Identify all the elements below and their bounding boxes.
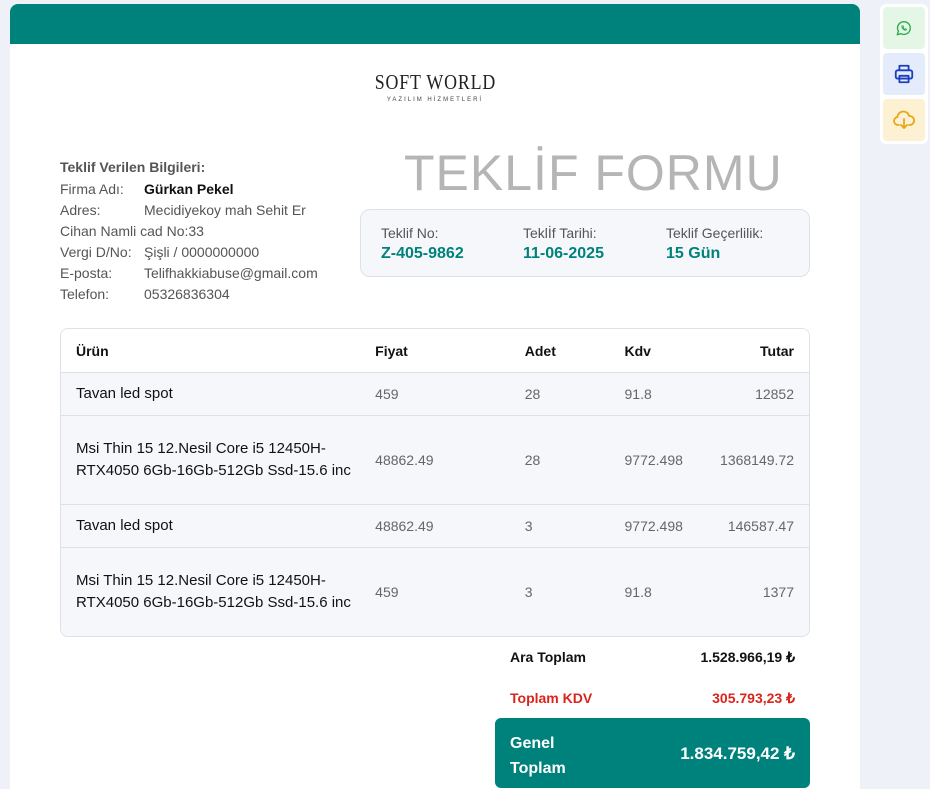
quote-meta-box: Teklif No: Z-405-9862 Teklİf Tarihi: 11-…: [360, 209, 810, 277]
adres-value-line2: Cihan Namli cad No:33: [60, 223, 204, 239]
printer-icon: [894, 64, 914, 84]
document-header-bar: [10, 4, 860, 44]
customer-info-title: Teklif Verilen Bilgileri:: [60, 159, 206, 175]
customer-info: Teklif Verilen Bilgileri: Firma Adı: Gür…: [60, 157, 318, 305]
quote-validity-label: Teklif Geçerlilik:: [666, 225, 764, 241]
grand-total-box: Genel Toplam 1.834.759,42 ₺: [495, 718, 810, 788]
eposta-label: E-posta:: [60, 265, 113, 281]
cell-total: 146587.47: [727, 518, 794, 534]
subtotal-label: Ara Toplam: [510, 649, 586, 665]
grand-total-value: 1.834.759,42 ₺: [680, 744, 795, 763]
company-logo: SOFT WORLD YAZILIM HİZMETLERİ: [10, 70, 860, 103]
print-button[interactable]: [883, 53, 925, 95]
table-row: Msi Thin 15 12.Nesil Core i5 12450H-RTX4…: [61, 415, 809, 504]
cell-product: Tavan led spot: [76, 517, 173, 534]
header-total: Tutar: [760, 342, 794, 359]
quote-date: Teklİf Tarihi: 11-06-2025: [523, 225, 604, 263]
quote-number-value: Z-405-9862: [381, 245, 464, 262]
adres-value-line1: Mecidiyekoy mah Sehit Er: [144, 202, 306, 218]
table-row: Tavan led spot 459 28 91.8 12852: [61, 372, 809, 415]
firma-label: Firma Adı:: [60, 181, 124, 197]
cell-price: 459: [375, 386, 399, 402]
cell-total: 1368149.72: [720, 452, 794, 468]
telefon-value: 05326836304: [144, 286, 230, 302]
cell-product: Msi Thin 15 12.Nesil Core i5 12450H-RTX4…: [76, 440, 351, 479]
cell-product: Msi Thin 15 12.Nesil Core i5 12450H-RTX4…: [76, 572, 351, 611]
download-button[interactable]: [883, 99, 925, 141]
kdv-total-label: Toplam KDV: [510, 690, 593, 706]
table-row: Msi Thin 15 12.Nesil Core i5 12450H-RTX4…: [61, 547, 809, 636]
cell-price: 48862.49: [375, 518, 434, 534]
cell-product: Tavan led spot: [76, 385, 173, 402]
eposta-value: Telifhakkiabuse@gmail.com: [144, 265, 318, 281]
cell-kdv: 91.8: [624, 386, 652, 402]
table-header-row: Ürün Fiyat Adet Kdv Tutar: [61, 329, 809, 372]
vergi-label: Vergi D/No:: [60, 244, 132, 260]
quote-validity: Teklif Geçerlilik: 15 Gün: [666, 225, 763, 263]
cell-price: 48862.49: [375, 452, 434, 468]
vergi-row: Vergi D/No: Şişli / 0000000000: [60, 242, 318, 263]
kdv-total-value: 305.793,23 ₺: [712, 690, 795, 706]
cell-total: 12852: [755, 386, 794, 402]
header-price: Fiyat: [375, 342, 408, 359]
telefon-label: Telefon:: [60, 286, 110, 302]
kdv-total-row: Toplam KDV 305.793,23 ₺: [510, 690, 795, 707]
adres-row: Adres: Mecidiyekoy mah Sehit Er: [60, 200, 318, 221]
products-table: Ürün Fiyat Adet Kdv Tutar Tavan led spot…: [60, 328, 810, 637]
eposta-row: E-posta: Telifhakkiabuse@gmail.com: [60, 263, 318, 284]
cell-kdv: 91.8: [624, 584, 652, 600]
quote-number-label: Teklif No:: [381, 225, 439, 241]
whatsapp-icon: [896, 21, 911, 36]
grand-total-label: Genel Toplam: [510, 735, 566, 777]
header-kdv: Kdv: [624, 342, 651, 359]
cell-kdv: 9772.498: [624, 518, 683, 534]
firma-row: Firma Adı: Gürkan Pekel: [60, 179, 318, 200]
cell-qty: 3: [524, 518, 533, 534]
quote-document: SOFT WORLD YAZILIM HİZMETLERİ Teklif Ver…: [10, 4, 860, 789]
quote-date-value: 11-06-2025: [523, 245, 604, 262]
cell-total: 1377: [762, 584, 794, 600]
logo-main-text: SOFT WORLD: [374, 70, 496, 94]
cell-qty: 3: [524, 584, 533, 600]
header-product: Ürün: [76, 342, 109, 359]
quote-validity-value: 15 Gün: [666, 245, 721, 262]
cloud-download-icon: [893, 110, 915, 129]
form-title: TEKLİF FORMU: [404, 145, 783, 201]
vergi-value: Şişli / 0000000000: [144, 244, 260, 260]
whatsapp-share-button[interactable]: [883, 7, 925, 49]
table-row: Tavan led spot 48862.49 3 9772.498 14658…: [61, 504, 809, 547]
telefon-row: Telefon: 05326836304: [60, 284, 318, 305]
quote-number: Teklif No: Z-405-9862: [381, 225, 464, 263]
quote-date-label: Teklİf Tarihi:: [523, 225, 597, 241]
side-action-bar: [880, 4, 928, 144]
cell-kdv: 9772.498: [624, 452, 683, 468]
cell-qty: 28: [524, 452, 541, 468]
cell-qty: 28: [524, 386, 541, 402]
subtotal-value: 1.528.966,19 ₺: [700, 649, 795, 665]
firma-value: Gürkan Pekel: [144, 181, 234, 197]
cell-price: 459: [375, 584, 399, 600]
header-qty: Adet: [524, 342, 556, 359]
subtotal-row: Ara Toplam 1.528.966,19 ₺: [510, 649, 795, 666]
adres-label: Adres:: [60, 202, 101, 218]
logo-sub-text: YAZILIM HİZMETLERİ: [386, 97, 484, 103]
